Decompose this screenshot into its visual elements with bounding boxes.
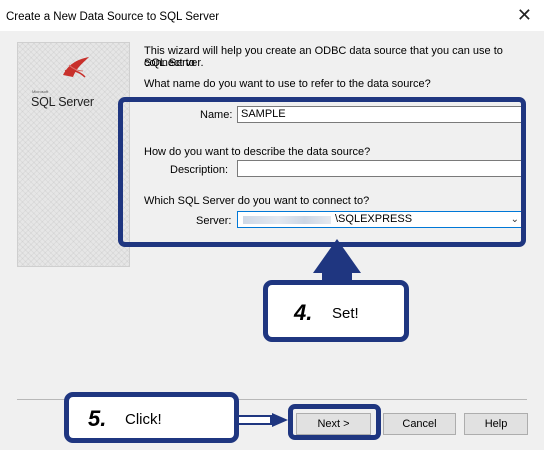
window-title: Create a New Data Source to SQL Server: [6, 11, 220, 23]
logo-microsoft-text: Microsoft: [32, 89, 49, 94]
highlight-frame-next: [288, 404, 381, 440]
step-5-number: 5.: [88, 406, 107, 431]
logo-sql-server-text: SQL Server: [31, 95, 94, 109]
highlight-frame-form: [118, 97, 526, 247]
name-question: What name do you want to use to refer to…: [144, 78, 431, 90]
intro-line-2: SQL Server.: [144, 57, 204, 69]
title-bar: Create a New Data Source to SQL Server ✕: [0, 0, 544, 31]
close-icon[interactable]: ✕: [517, 6, 532, 24]
intro-line-1: This wizard will help you create an ODBC…: [144, 45, 503, 69]
sql-server-logo-icon: [63, 57, 89, 78]
callout-step-4: 4. Set!: [263, 280, 409, 342]
sidebar-graphic: Microsoft SQL Server: [17, 42, 130, 267]
cancel-button[interactable]: Cancel: [383, 413, 456, 435]
help-button[interactable]: Help: [464, 413, 528, 435]
step-5-text: Click!: [125, 411, 162, 428]
callout-step-5: 5. Click!: [64, 392, 239, 443]
arrow-stem: [322, 268, 352, 280]
step-4-number: 4.: [294, 300, 313, 325]
step-4-text: Set!: [332, 305, 359, 322]
arrow-right-icon: [232, 413, 288, 427]
